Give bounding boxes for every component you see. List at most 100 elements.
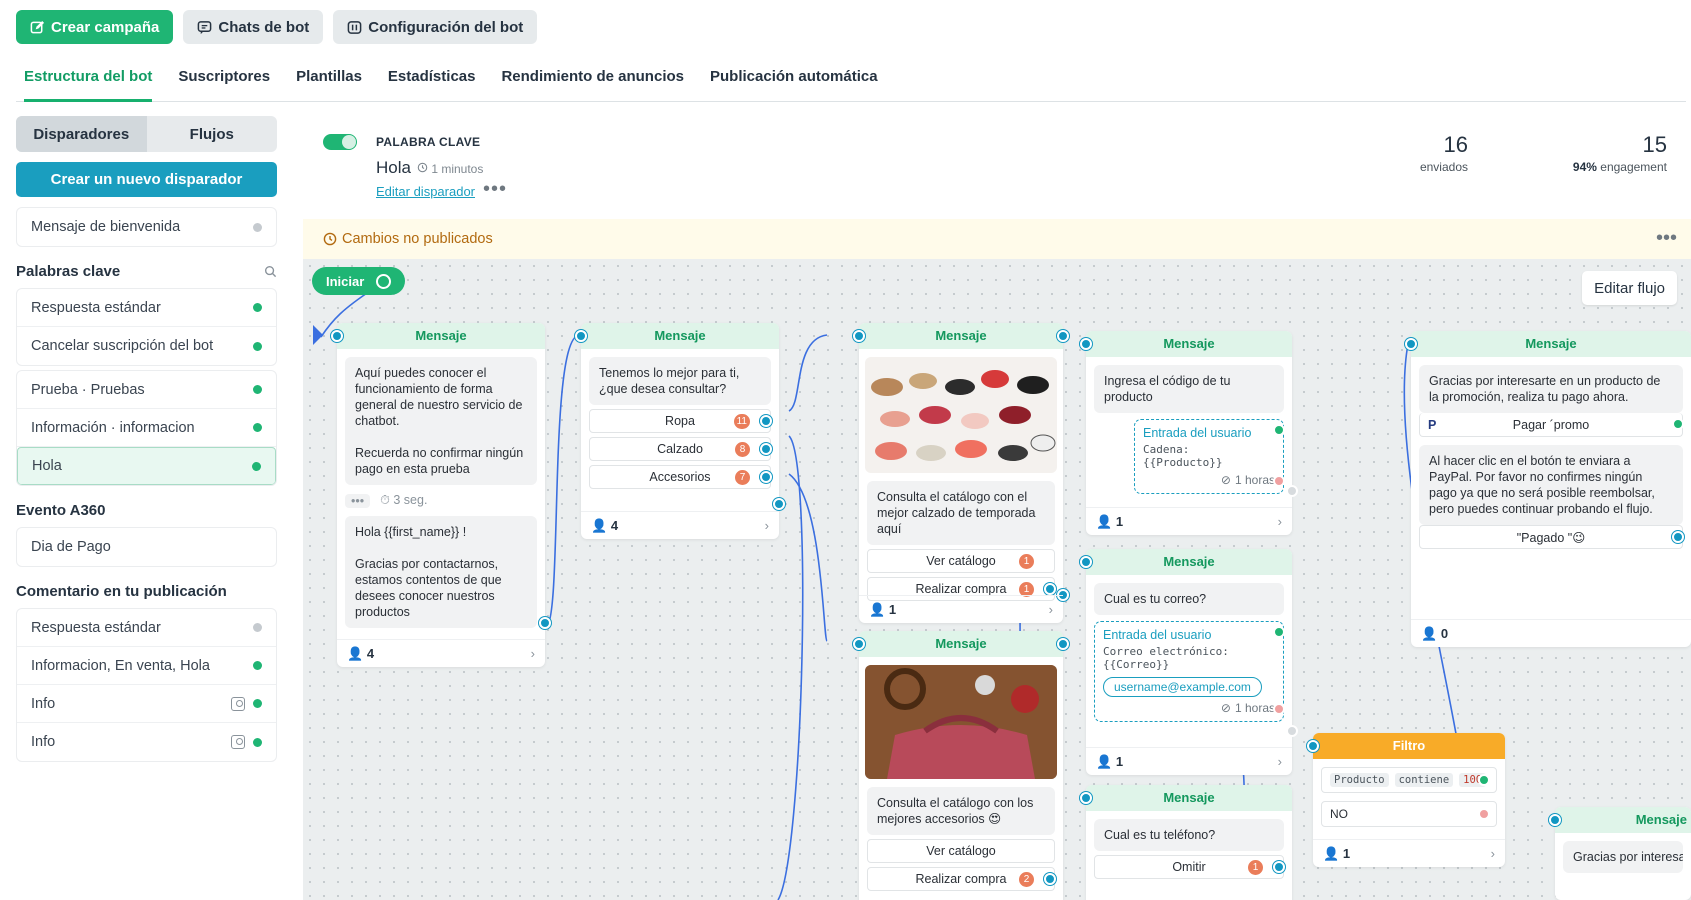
list-item-keyword[interactable]: Respuesta estándar <box>17 289 276 327</box>
chevron-right-icon[interactable]: › <box>1278 514 1282 529</box>
output-port[interactable] <box>1286 725 1298 737</box>
chevron-right-icon[interactable]: › <box>1049 602 1053 617</box>
edit-flow-button[interactable]: Editar flujo <box>1582 271 1677 305</box>
timeout-port[interactable] <box>1273 703 1285 715</box>
chevron-right-icon[interactable]: › <box>1491 846 1495 861</box>
message-node[interactable]: Mensaje Gracias por interesarte en un pr… <box>1405 331 1691 647</box>
input-port[interactable] <box>1405 338 1417 350</box>
banner-more-icon[interactable]: ••• <box>1656 227 1677 250</box>
timeout-port[interactable] <box>1273 475 1285 487</box>
chevron-right-icon[interactable]: › <box>1278 754 1282 769</box>
trigger-toggle[interactable] <box>323 134 357 150</box>
input-port[interactable] <box>1549 814 1561 826</box>
output-port[interactable] <box>773 498 785 510</box>
list-item-comment[interactable]: Respuesta estándar <box>17 609 276 647</box>
input-port[interactable] <box>1080 556 1092 568</box>
tab-subscribers[interactable]: Suscriptores <box>178 62 270 102</box>
output-port[interactable] <box>1057 330 1069 342</box>
subscriber-count: 👤 0 <box>1421 625 1449 641</box>
chevron-right-icon[interactable]: › <box>531 646 535 661</box>
list-item-welcome[interactable]: Mensaje de bienvenida <box>17 208 276 246</box>
input-port[interactable] <box>853 638 865 650</box>
user-input-block[interactable]: Entrada del usuario Cadena: {{Producto}}… <box>1134 419 1285 494</box>
flow-canvas[interactable]: Iniciar Editar flujo Mensaje Aquí puedes… <box>303 259 1691 900</box>
message-node[interactable]: Mensaje Cual es tu correo? Entrada del u… <box>1080 549 1298 775</box>
input-port[interactable] <box>575 330 587 342</box>
output-port[interactable] <box>1044 873 1056 885</box>
list-item-comment[interactable]: Info <box>17 685 276 723</box>
output-port[interactable] <box>1286 485 1298 497</box>
output-port[interactable] <box>539 617 551 629</box>
paid-button[interactable]: "Pagado "😉 <box>1419 525 1684 549</box>
list-item-label: Hola <box>32 458 62 474</box>
create-trigger-button[interactable]: Crear un nuevo disparador <box>16 162 277 197</box>
match-port[interactable] <box>1478 774 1490 786</box>
output-port[interactable] <box>1273 861 1285 873</box>
input-port[interactable] <box>1080 792 1092 804</box>
list-item-comment[interactable]: Informacion, En venta, Hola <box>17 647 276 685</box>
reply-button[interactable]: Accesorios 7 <box>589 465 772 489</box>
segment-triggers[interactable]: Disparadores <box>16 116 147 152</box>
message-node[interactable]: Mensaje Consulta el catálogo con los mej… <box>853 631 1069 900</box>
url-button[interactable]: Ver catálogo 1 <box>867 549 1055 573</box>
tab-auto-publish[interactable]: Publicación automática <box>710 62 878 102</box>
output-port[interactable] <box>1044 583 1056 595</box>
tab-ad-performance[interactable]: Rendimiento de anuncios <box>501 62 684 102</box>
bot-chats-button[interactable]: Chats de bot <box>183 10 324 44</box>
message-node[interactable]: Mensaje Gracias por interesar <box>1549 807 1691 900</box>
shoes-image-art <box>865 357 1057 473</box>
edit-trigger-link[interactable]: Editar disparador <box>376 184 475 199</box>
node-header: Mensaje <box>1086 785 1292 811</box>
more-options-icon[interactable]: ••• <box>483 178 507 201</box>
output-port[interactable] <box>1057 638 1069 650</box>
more-icon[interactable]: ••• <box>345 493 371 508</box>
paypal-button[interactable]: P Pagar ´promo <box>1419 413 1684 437</box>
top-toolbar: Crear campaña Chats de bot Configuración… <box>16 10 538 44</box>
tab-bot-structure[interactable]: Estructura del bot <box>24 62 153 102</box>
tab-templates[interactable]: Plantillas <box>296 62 362 102</box>
url-button[interactable]: Ver catálogo <box>867 839 1055 863</box>
bot-config-button[interactable]: Configuración del bot <box>333 10 538 44</box>
message-node[interactable]: Mensaje Ingresa el código de tu producto… <box>1080 331 1298 535</box>
success-port[interactable] <box>1273 424 1285 436</box>
status-dot <box>253 623 262 632</box>
message-node[interactable]: Mensaje Aquí puedes conocer el funcionam… <box>331 323 551 667</box>
message-node[interactable]: Mensaje Consulta el catálogo con el mejo… <box>853 323 1069 623</box>
input-port[interactable] <box>853 330 865 342</box>
segment-flows[interactable]: Flujos <box>147 116 278 152</box>
search-icon[interactable] <box>264 265 277 278</box>
reply-button[interactable]: Realizar compra 2 <box>867 867 1056 891</box>
output-port[interactable] <box>760 415 772 427</box>
reply-button[interactable]: Ropa 11 <box>589 409 772 433</box>
skip-button[interactable]: Omitir 1 <box>1094 855 1285 879</box>
list-item-keyword[interactable]: Información · informacion <box>17 409 276 447</box>
start-node[interactable]: Iniciar <box>312 267 406 295</box>
success-port[interactable] <box>1273 626 1285 638</box>
output-port[interactable] <box>760 443 772 455</box>
chevron-right-icon[interactable]: › <box>765 518 769 533</box>
list-item-keyword-selected[interactable]: Hola <box>17 447 276 485</box>
reply-button[interactable]: Calzado 8 <box>589 437 772 461</box>
email-quick-reply[interactable]: username@example.com <box>1103 677 1262 697</box>
filter-else[interactable]: NO <box>1321 801 1497 827</box>
output-port[interactable] <box>1672 531 1684 543</box>
input-port[interactable] <box>1307 740 1319 752</box>
list-item-keyword[interactable]: Cancelar suscripción del bot <box>17 327 276 365</box>
input-port[interactable] <box>331 330 343 342</box>
output-port[interactable] <box>1672 418 1684 430</box>
filter-node[interactable]: Filtro Producto contiene 100 NO 👤 1 › <box>1307 733 1505 867</box>
message-text: Cual es tu correo? <box>1094 583 1284 615</box>
filter-condition[interactable]: Producto contiene 100 <box>1321 767 1497 793</box>
no-match-port[interactable] <box>1478 808 1490 820</box>
create-campaign-button[interactable]: Crear campaña <box>16 10 174 44</box>
list-item-comment[interactable]: Info <box>17 723 276 761</box>
tab-statistics[interactable]: Estadísticas <box>388 62 476 102</box>
list-item-event[interactable]: Dia de Pago <box>17 528 276 566</box>
start-port[interactable] <box>376 273 392 289</box>
user-input-block[interactable]: Entrada del usuario Correo electrónico: … <box>1094 621 1285 722</box>
input-port[interactable] <box>1080 338 1092 350</box>
message-node[interactable]: Mensaje Cual es tu teléfono? Omitir 1 <box>1080 785 1292 900</box>
list-item-keyword[interactable]: Prueba · Pruebas <box>17 371 276 409</box>
message-node[interactable]: Mensaje Tenemos lo mejor para ti, ¿que d… <box>575 323 785 539</box>
output-port[interactable] <box>760 471 772 483</box>
